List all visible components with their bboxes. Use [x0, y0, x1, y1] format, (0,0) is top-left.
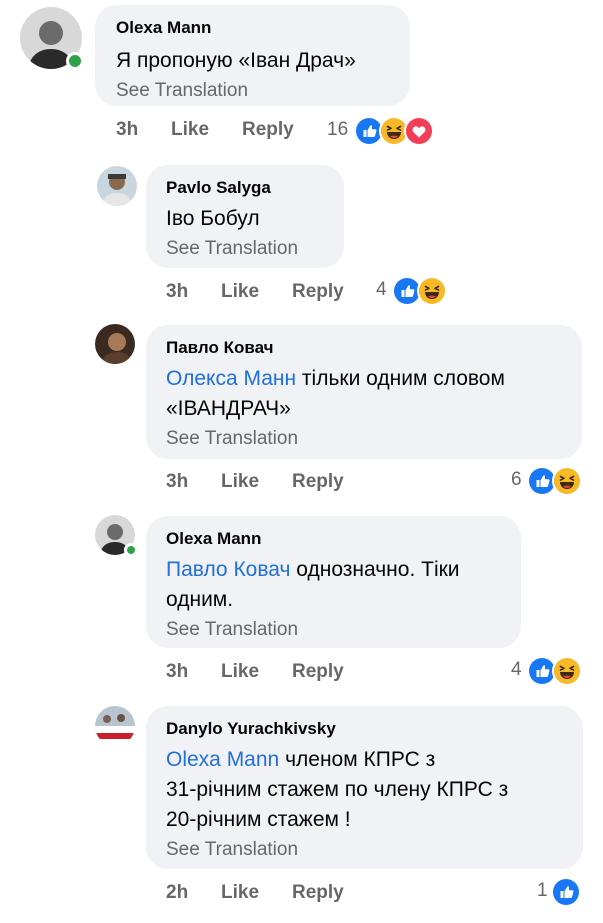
reply-button[interactable]: Reply	[292, 661, 344, 683]
like-button[interactable]: Like	[221, 661, 259, 683]
comment-text: Я пропоную «Іван Драч»	[116, 49, 356, 72]
comment-author[interactable]: Olexa Mann	[116, 17, 394, 39]
comment-text: Павло Ковач однозначно. Тіки	[166, 555, 505, 585]
reaction-summary[interactable]: 1	[537, 877, 589, 907]
comment-author[interactable]: Olexa Mann	[166, 528, 505, 550]
like-icon	[551, 877, 581, 907]
haha-icon	[417, 276, 447, 306]
comment-text: Olexa Mann членом КПРС з	[166, 745, 567, 775]
comment-author[interactable]: Danylo Yurachkivsky	[166, 718, 567, 740]
avatar-photo	[95, 706, 135, 746]
avatar[interactable]	[95, 706, 135, 746]
reply-button[interactable]: Reply	[292, 281, 344, 303]
comment-text-line: 20-річним стажем !	[166, 808, 351, 831]
reaction-count: 4	[376, 279, 387, 300]
mention-link[interactable]: Павло Ковач	[166, 558, 290, 581]
comment-text-line: членом КПРС з	[279, 748, 436, 771]
see-translation-link[interactable]: See Translation	[116, 78, 394, 104]
avatar-photo	[95, 324, 135, 364]
comment-text-line: «ІВАНДРАЧ»	[166, 397, 291, 420]
comment-time[interactable]: 3h	[166, 281, 188, 303]
haha-icon	[552, 466, 582, 496]
see-translation-link[interactable]: See Translation	[166, 236, 328, 262]
see-translation-link[interactable]: See Translation	[166, 426, 566, 452]
comment-bubble: Olexa Mann Павло Ковач однозначно. Тіки …	[146, 516, 521, 648]
reply-button[interactable]: Reply	[292, 882, 344, 904]
like-button[interactable]: Like	[221, 471, 259, 493]
comment-time[interactable]: 3h	[116, 119, 138, 141]
see-translation-link[interactable]: See Translation	[166, 837, 567, 863]
reaction-summary[interactable]: 16	[327, 116, 442, 146]
comment-author[interactable]: Павло Ковач	[166, 337, 566, 359]
reaction-count: 1	[537, 880, 548, 901]
comment-text-line: 31-річним стажем по члену КПРС з	[166, 778, 509, 801]
like-button[interactable]: Like	[221, 281, 259, 303]
reaction-summary[interactable]: 4	[511, 656, 591, 686]
mention-link[interactable]: Olexa Mann	[166, 748, 279, 771]
comment-text-line: одним.	[166, 588, 234, 611]
comment-time[interactable]: 3h	[166, 661, 188, 683]
reply-button[interactable]: Reply	[292, 471, 344, 493]
reaction-count: 4	[511, 659, 522, 680]
comment-bubble: Павло Ковач Олекса Манн тільки одним сло…	[146, 325, 582, 459]
comment-bubble: Pavlo Salyga Іво Бобул See Translation	[146, 165, 344, 268]
avatar[interactable]	[95, 324, 135, 364]
comment-bubble: Danylo Yurachkivsky Olexa Mann членом КП…	[146, 706, 583, 869]
see-translation-link[interactable]: See Translation	[166, 617, 505, 643]
reaction-count: 6	[511, 469, 522, 490]
reaction-summary[interactable]: 4	[376, 276, 456, 306]
comment-time[interactable]: 3h	[166, 471, 188, 493]
haha-icon	[552, 656, 582, 686]
reply-button[interactable]: Reply	[242, 119, 294, 141]
avatar[interactable]	[97, 166, 137, 206]
online-status-icon	[66, 52, 84, 70]
comment-text: Олекса Манн тільки одним словом	[166, 364, 566, 394]
online-status-icon	[124, 543, 138, 557]
like-button[interactable]: Like	[171, 119, 209, 141]
comment-text: Іво Бобул	[166, 207, 260, 230]
comment-author[interactable]: Pavlo Salyga	[166, 177, 328, 199]
avatar-photo	[97, 166, 137, 206]
comment-bubble: Olexa Mann Я пропоную «Іван Драч» See Tr…	[95, 5, 410, 106]
comment-text-line: однозначно. Тіки	[290, 558, 460, 581]
like-button[interactable]: Like	[221, 882, 259, 904]
love-icon	[404, 116, 434, 146]
comment-time[interactable]: 2h	[166, 882, 188, 904]
reaction-summary[interactable]: 6	[511, 466, 591, 496]
mention-link[interactable]: Олекса Манн	[166, 367, 296, 390]
comment-text-line: тільки одним словом	[296, 367, 505, 390]
reaction-count: 16	[327, 119, 349, 140]
